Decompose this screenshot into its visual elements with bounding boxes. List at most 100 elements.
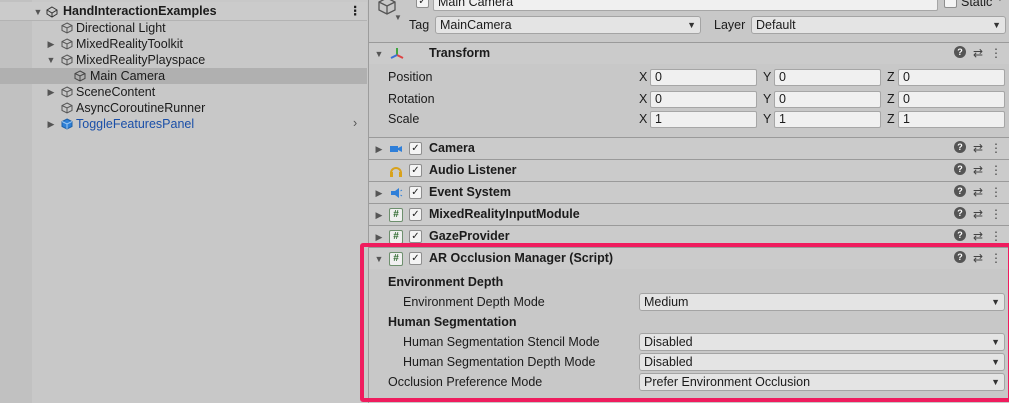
kebab-menu-icon[interactable]: ⋮ — [349, 3, 362, 18]
enabled-checkbox[interactable]: ✓ — [409, 252, 422, 265]
hierarchy-item-togglefeaturespanel[interactable]: ▶ ToggleFeaturesPanel › — [0, 116, 367, 132]
enabled-checkbox[interactable]: ✓ — [409, 186, 422, 199]
gameobject-cube-icon — [61, 38, 73, 50]
enabled-checkbox[interactable]: ✓ — [409, 208, 422, 221]
help-icon[interactable]: ? — [953, 185, 966, 197]
header-icons: ? ⇄ ⋮ — [953, 251, 1002, 265]
event-system-icon — [391, 188, 403, 198]
dropdown-arrow-icon: ▼ — [991, 297, 1000, 307]
active-checkbox[interactable]: ✓ — [416, 0, 429, 8]
fold-arrow-right-icon[interactable]: ▶ — [374, 144, 384, 154]
preset-sliders-icon[interactable]: ⇄ — [973, 141, 983, 155]
help-icon[interactable]: ? — [953, 46, 966, 58]
script-hash-icon: # — [389, 252, 403, 266]
ar-occlusion-manager-header[interactable]: ▼ # ✓ AR Occlusion Manager (Script) ? ⇄ … — [369, 247, 1009, 269]
chevron-down-icon[interactable]: ▼ — [394, 13, 402, 22]
fold-arrow-down-icon[interactable]: ▼ — [46, 55, 56, 65]
chevron-right-icon[interactable]: › — [353, 116, 357, 130]
camera-header[interactable]: ▶ ✓ Camera ? ⇄ ⋮ — [369, 137, 1009, 159]
preset-sliders-icon[interactable]: ⇄ — [973, 46, 983, 60]
enabled-checkbox[interactable]: ✓ — [409, 230, 422, 243]
occlusion-preference-mode-dropdown[interactable]: Prefer Environment Occlusion ▼ — [639, 373, 1005, 391]
tag-dropdown[interactable]: MainCamera ▼ — [435, 16, 701, 34]
help-icon[interactable]: ? — [953, 251, 966, 263]
help-icon[interactable]: ? — [953, 229, 966, 241]
fold-arrow-down-icon[interactable]: ▼ — [374, 254, 384, 264]
static-checkbox[interactable] — [944, 0, 957, 8]
fold-arrow-right-icon[interactable]: ▶ — [374, 188, 384, 198]
gameobject-cube-icon — [61, 22, 73, 34]
axis-y-label: Y — [763, 92, 772, 106]
kebab-menu-icon[interactable]: ⋮ — [990, 163, 1002, 177]
static-dropdown-arrow-icon[interactable]: ▼ — [996, 0, 1004, 3]
gameobject-cube-icon — [61, 86, 73, 98]
event-system-header[interactable]: ▶ ✓ Event System ? ⇄ ⋮ — [369, 181, 1009, 203]
fold-arrow-right-icon[interactable]: ▶ — [374, 210, 384, 220]
hierarchy-item-label: ToggleFeaturesPanel — [76, 117, 195, 131]
human-segmentation-stencil-mode-dropdown[interactable]: Disabled ▼ — [639, 333, 1005, 351]
component-title: MixedRealityInputModule — [429, 207, 580, 221]
header-icons: ? ⇄ ⋮ — [953, 229, 1002, 243]
header-icons: ? ⇄ ⋮ — [953, 163, 1002, 177]
kebab-menu-icon[interactable]: ⋮ — [990, 46, 1002, 60]
position-y-field[interactable]: 0 — [774, 69, 881, 86]
fold-arrow-down-icon[interactable]: ▼ — [374, 49, 384, 59]
help-icon[interactable]: ? — [953, 141, 966, 153]
help-icon[interactable]: ? — [953, 163, 966, 175]
fold-arrow-right-icon[interactable]: ▶ — [374, 232, 384, 242]
rotation-y-field[interactable]: 0 — [774, 91, 881, 108]
scene-name: HandInteractionExamples — [63, 4, 217, 18]
environment-depth-mode-dropdown[interactable]: Medium ▼ — [639, 293, 1005, 311]
layer-dropdown[interactable]: Default ▼ — [751, 16, 1006, 34]
gameobject-cube-icon — [61, 102, 73, 114]
scale-z-field[interactable]: 1 — [898, 111, 1005, 128]
hierarchy-item-directional-light[interactable]: Directional Light — [0, 20, 367, 36]
kebab-menu-icon[interactable]: ⋮ — [990, 229, 1002, 243]
kebab-menu-icon[interactable]: ⋮ — [990, 207, 1002, 221]
kebab-menu-icon[interactable]: ⋮ — [990, 141, 1002, 155]
kebab-menu-icon[interactable]: ⋮ — [990, 251, 1002, 265]
preset-sliders-icon[interactable]: ⇄ — [973, 207, 983, 221]
hierarchy-item-label: AsyncCoroutineRunner — [76, 101, 206, 115]
property-label: Occlusion Preference Mode — [388, 375, 543, 389]
fold-arrow-right-icon[interactable]: ▶ — [46, 39, 56, 49]
fold-arrow-down-icon[interactable]: ▼ — [33, 7, 43, 17]
preset-sliders-icon[interactable]: ⇄ — [973, 163, 983, 177]
static-label: Static — [961, 0, 993, 9]
hierarchy-item-label: Main Camera — [90, 69, 166, 83]
gazeprovider-header[interactable]: ▶ # ✓ GazeProvider ? ⇄ ⋮ — [369, 225, 1009, 245]
hierarchy-item-label: Directional Light — [76, 21, 166, 35]
hierarchy-item-scenecontent[interactable]: ▶ SceneContent — [0, 84, 367, 100]
human-segmentation-depth-mode-dropdown[interactable]: Disabled ▼ — [639, 353, 1005, 371]
rotation-x-field[interactable]: 0 — [650, 91, 757, 108]
tag-value: MainCamera — [440, 18, 512, 32]
preset-sliders-icon[interactable]: ⇄ — [973, 251, 983, 265]
object-name-field[interactable]: Main Camera — [433, 0, 938, 11]
hierarchy-item-asynccoroutinerunner[interactable]: AsyncCoroutineRunner — [0, 100, 367, 116]
transform-header[interactable]: ▼ Transform ? ⇄ ⋮ — [369, 42, 1009, 64]
audio-listener-header[interactable]: ✓ Audio Listener ? ⇄ ⋮ — [369, 159, 1009, 181]
hierarchy-item-mixedrealitytoolkit[interactable]: ▶ MixedRealityToolkit — [0, 36, 367, 52]
help-icon[interactable]: ? — [953, 207, 966, 219]
enabled-checkbox[interactable]: ✓ — [409, 142, 422, 155]
hierarchy-item-mixedrealityplayspace[interactable]: ▼ MixedRealityPlayspace — [0, 52, 367, 68]
position-x-field[interactable]: 0 — [650, 69, 757, 86]
component-title: AR Occlusion Manager (Script) — [429, 251, 614, 265]
preset-sliders-icon[interactable]: ⇄ — [973, 185, 983, 199]
enabled-checkbox[interactable]: ✓ — [409, 164, 422, 177]
mixedrealityinputmodule-header[interactable]: ▶ # ✓ MixedRealityInputModule ? ⇄ ⋮ — [369, 203, 1009, 225]
scale-x-field[interactable]: 1 — [650, 111, 757, 128]
scene-header-row[interactable]: ▼ HandInteractionExamples ⋮ — [0, 2, 367, 21]
rotation-z-field[interactable]: 0 — [898, 91, 1005, 108]
axis-x-label: X — [639, 92, 648, 106]
fold-arrow-right-icon[interactable]: ▶ — [46, 87, 56, 97]
position-z-field[interactable]: 0 — [898, 69, 1005, 86]
dropdown-value: Disabled — [644, 355, 693, 369]
scale-y-field[interactable]: 1 — [774, 111, 881, 128]
kebab-menu-icon[interactable]: ⋮ — [990, 185, 1002, 199]
header-icons: ? ⇄ ⋮ — [953, 141, 1002, 155]
component-title: Camera — [429, 141, 475, 155]
fold-arrow-right-icon[interactable]: ▶ — [46, 119, 56, 129]
hierarchy-item-main-camera[interactable]: Main Camera — [0, 68, 367, 84]
preset-sliders-icon[interactable]: ⇄ — [973, 229, 983, 243]
